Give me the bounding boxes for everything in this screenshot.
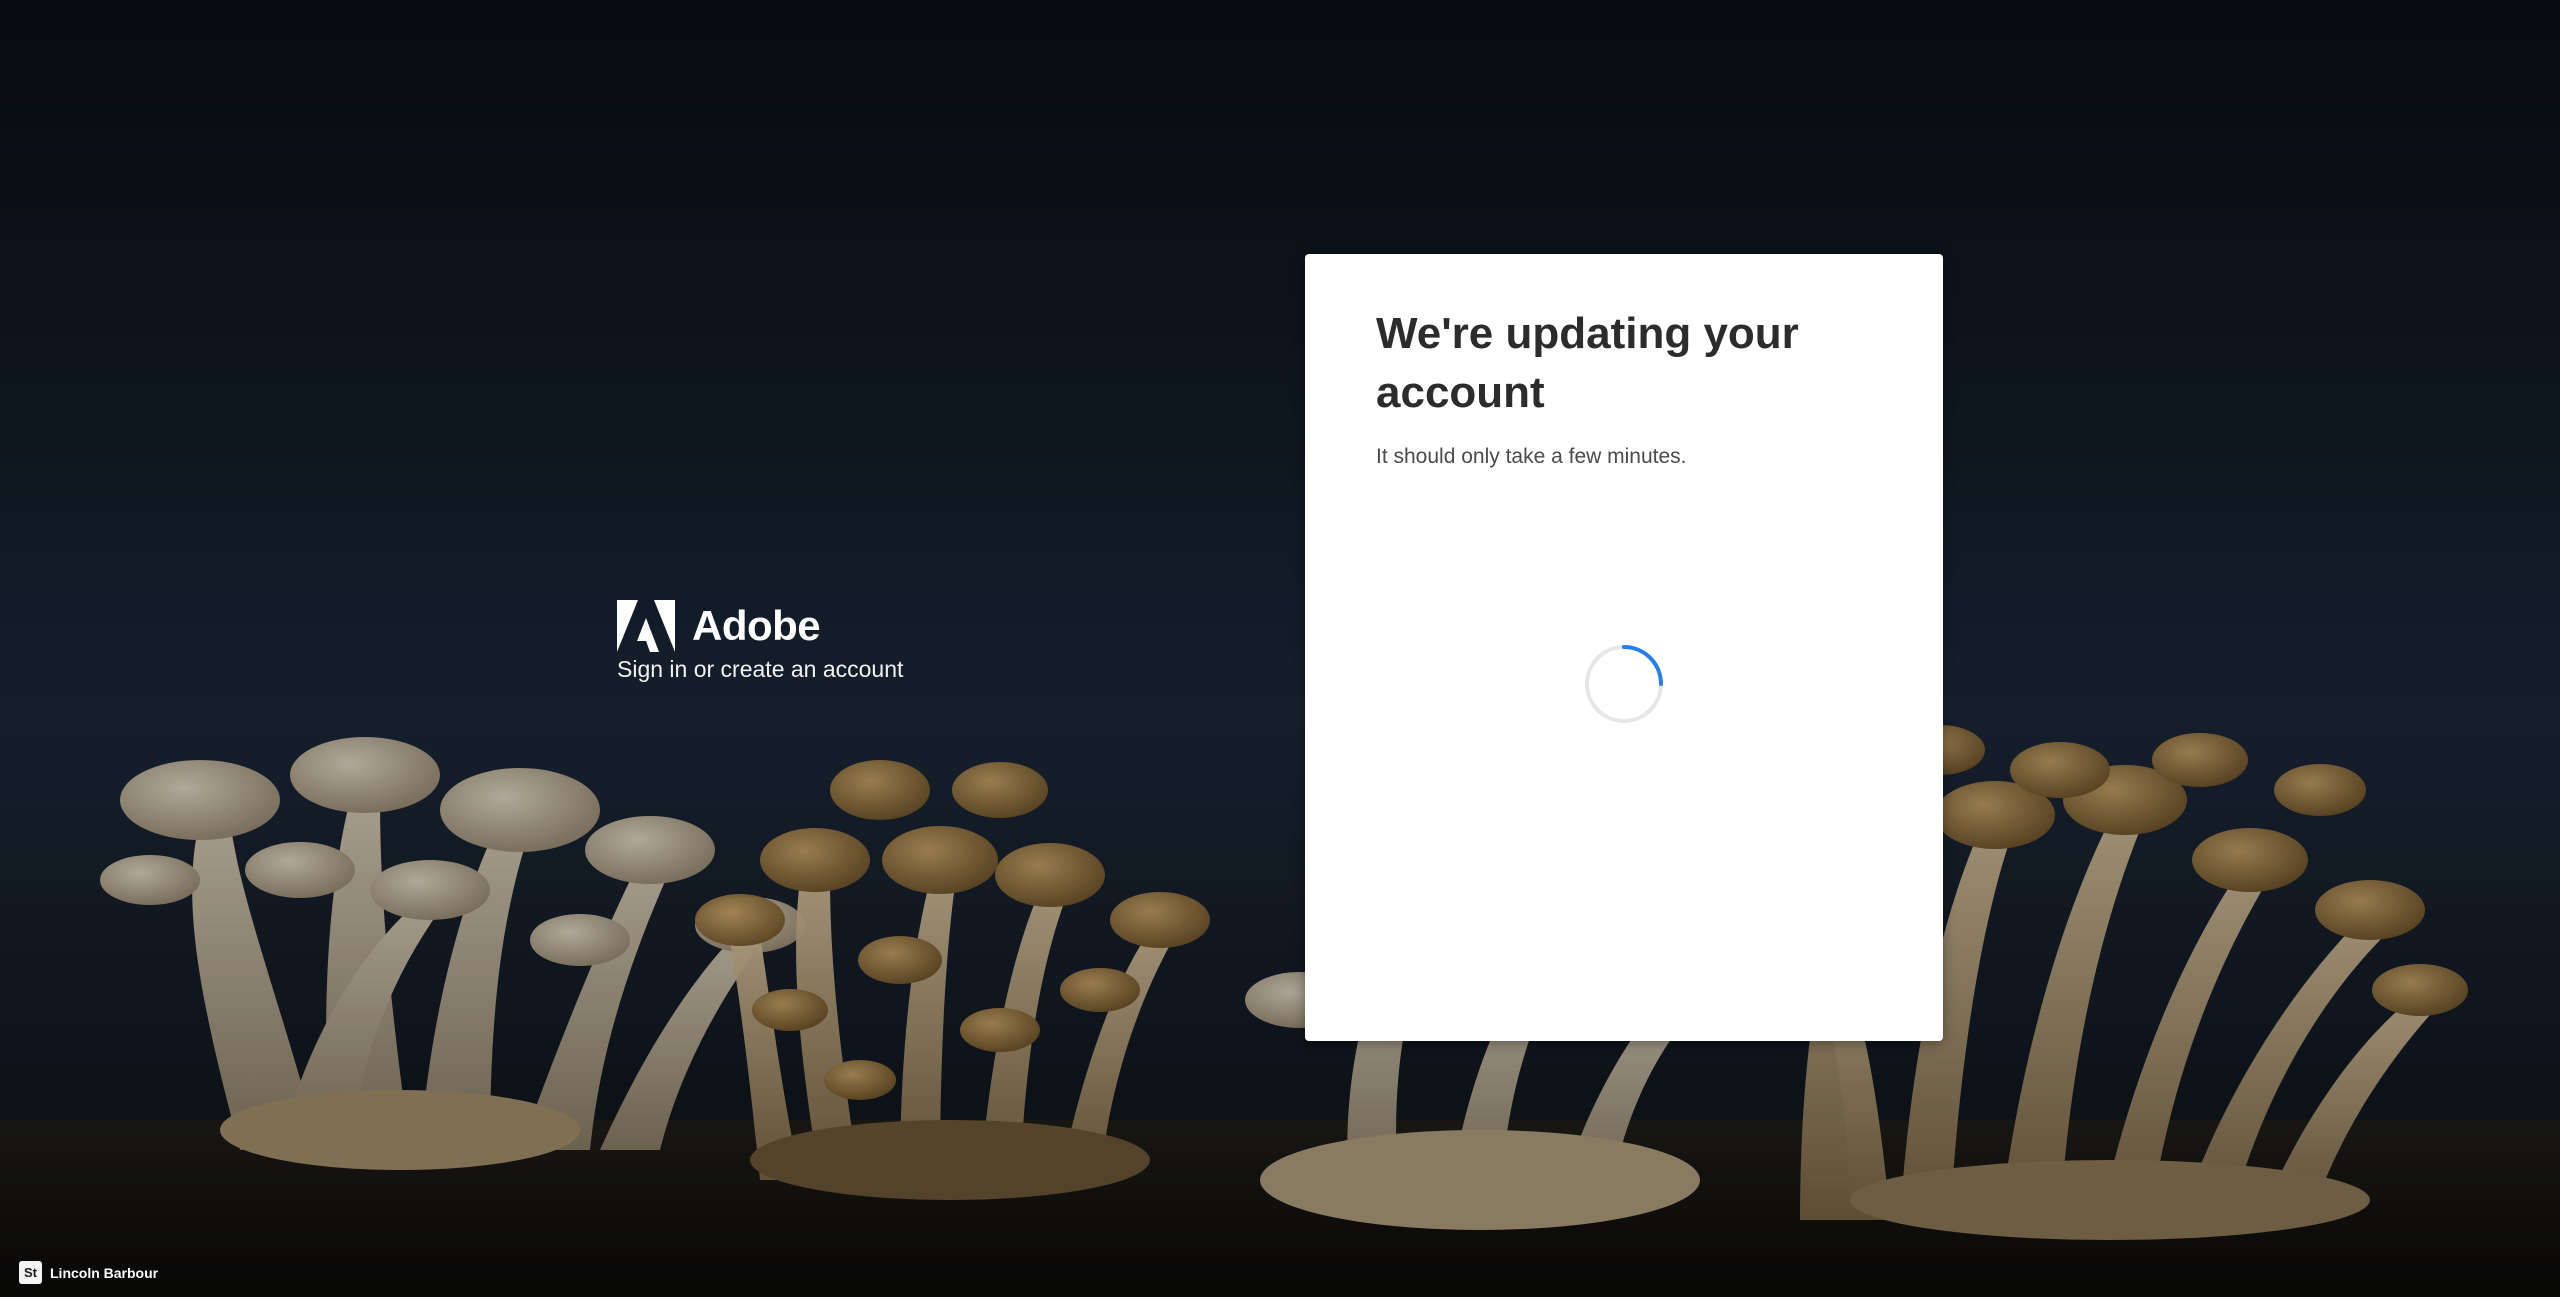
card-title: We're updating your account bbox=[1376, 309, 1799, 417]
brand-name: Adobe bbox=[692, 602, 821, 649]
loading-spinner-icon bbox=[1584, 644, 1664, 724]
photo-credit-name: Lincoln Barbour bbox=[50, 1264, 159, 1281]
brand-row: Adobe bbox=[617, 600, 903, 652]
brand-tagline: Sign in or create an account bbox=[617, 656, 904, 682]
photo-credit[interactable]: St Lincoln Barbour bbox=[19, 1261, 158, 1284]
adobe-stock-icon: St bbox=[19, 1261, 42, 1284]
adobe-logo-icon bbox=[617, 600, 675, 652]
background-mushroom-photo bbox=[0, 0, 2560, 1297]
updating-account-card: We're updating your account It should on… bbox=[1305, 254, 1943, 1041]
brand-block: Adobe Sign in or create an account bbox=[617, 600, 903, 683]
sign-in-page: Adobe Sign in or create an account We're… bbox=[0, 0, 2560, 1297]
card-subtitle: It should only take a few minutes. bbox=[1376, 445, 1687, 468]
